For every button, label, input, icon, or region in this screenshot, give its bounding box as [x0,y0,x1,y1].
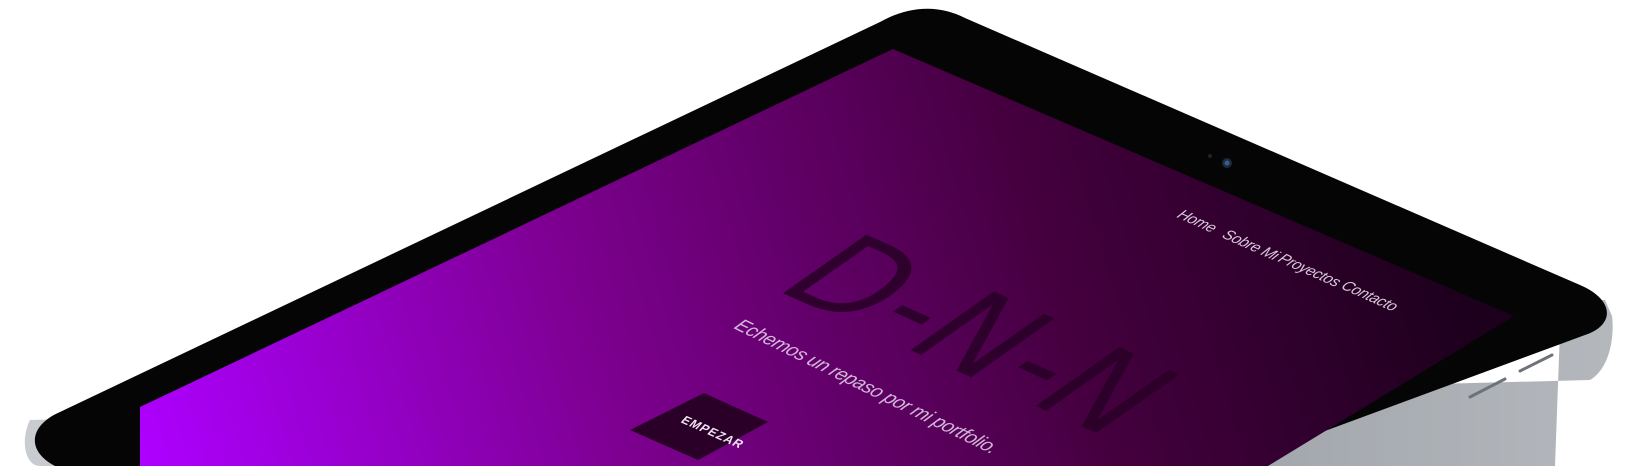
tablet-side-button-2[interactable] [1518,353,1554,373]
tablet-mockup: Home Sobre Mi Proyectos Contacto D-N-N E… [24,8,1613,466]
camera-lens-icon [1224,160,1230,166]
device-mockup-stage: Home Sobre Mi Proyectos Contacto D-N-N E… [0,0,1650,466]
sensor-icon [1208,154,1212,158]
